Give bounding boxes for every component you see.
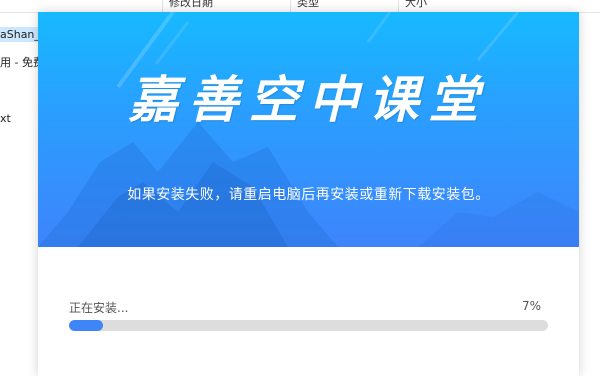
logo-title: 嘉善空中课堂 — [128, 70, 489, 129]
installer-window: 嘉善空中课堂 如果安装失败，请重启电脑后再安装或重新下载安装包。 正在安装...… — [38, 12, 579, 376]
column-header-modified-date[interactable]: 修改日期 — [162, 0, 297, 12]
progress-fill — [69, 320, 103, 331]
installer-banner: 嘉善空中课堂 如果安装失败，请重启电脑后再安装或重新下载安装包。 — [38, 12, 579, 247]
install-hint-text: 如果安装失败，请重启电脑后再安装或重新下载安装包。 — [127, 187, 490, 203]
progress-percent: 7% — [521, 299, 541, 313]
column-header-type[interactable]: 类型 — [290, 0, 405, 12]
install-status-label: 正在安装... — [69, 301, 129, 315]
progress-track — [69, 320, 548, 331]
column-header-size[interactable]: 大小 — [398, 0, 485, 12]
